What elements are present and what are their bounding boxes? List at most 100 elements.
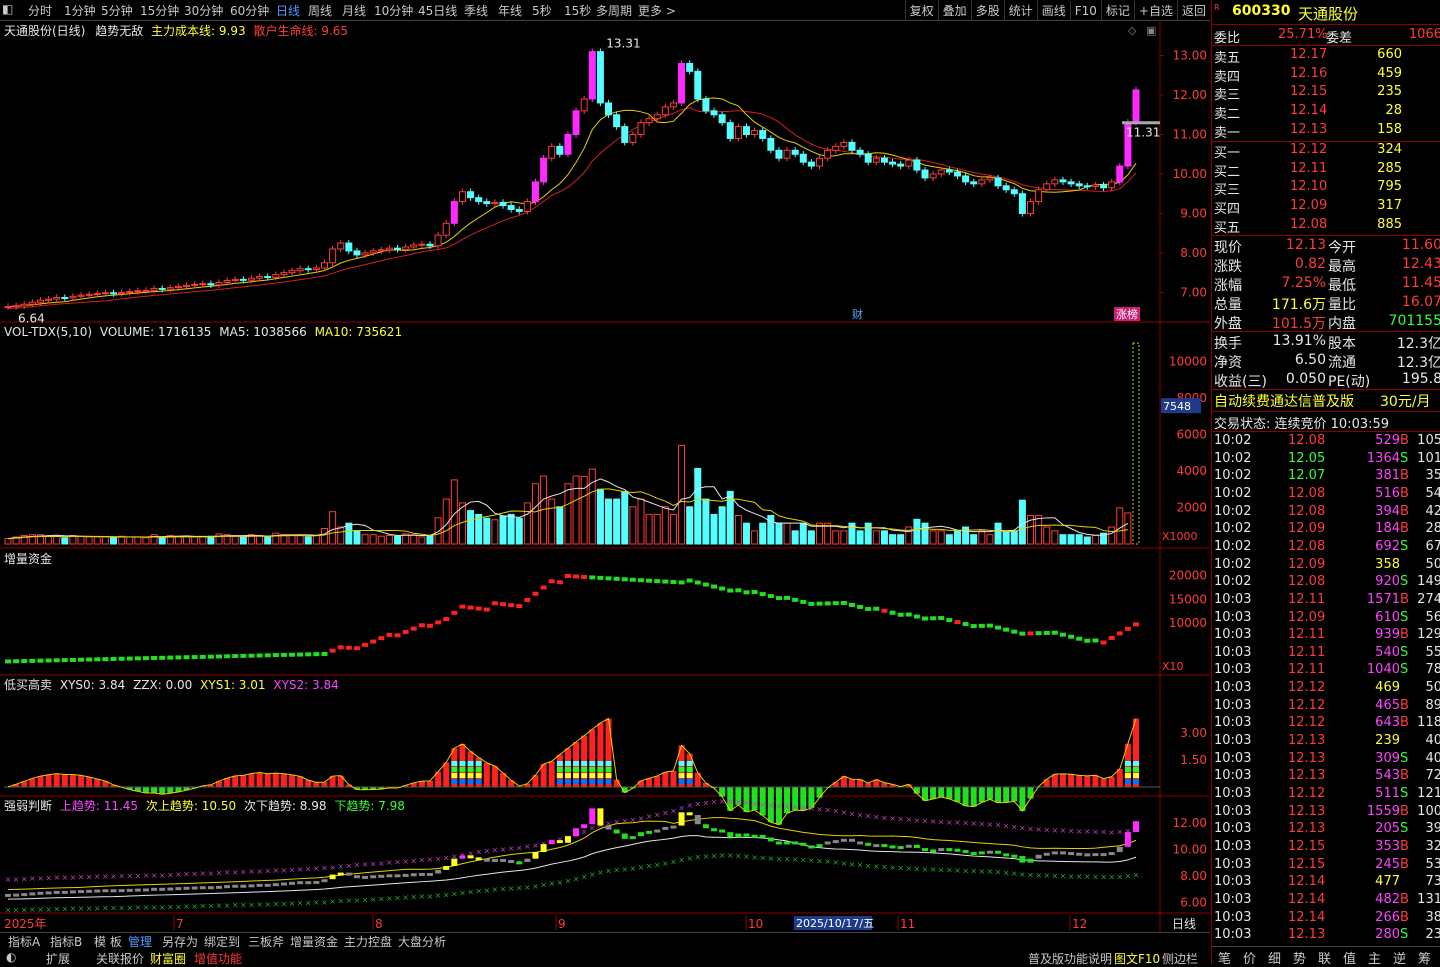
stock-title: R 600330 天通股份 <box>1214 3 1440 23</box>
ad-price[interactable]: 30元/月 <box>1380 391 1431 411</box>
candle-body <box>776 150 782 158</box>
bottom-tab-4[interactable]: 另存为 <box>162 933 198 950</box>
upper-trend-x: × <box>1051 826 1058 835</box>
lower-trend-x: × <box>646 862 653 871</box>
fund-mark <box>1125 627 1131 631</box>
diamond-icon[interactable]: ◇ <box>1128 24 1137 37</box>
trend-block <box>768 837 774 841</box>
vol-tick-label: 2000 <box>1176 500 1207 514</box>
tool-button-7[interactable]: +自选 <box>1134 0 1177 21</box>
bottom-tab-5[interactable]: 绑定到 <box>204 933 240 950</box>
lower-trend-x: × <box>451 890 458 899</box>
fund-mark <box>459 605 465 609</box>
candle-body <box>338 243 344 249</box>
tool-button-1[interactable]: 叠加 <box>938 0 971 21</box>
period-tab-15[interactable]: 多周期 <box>596 2 632 19</box>
bottom-tab-3[interactable]: 管理 <box>128 933 152 950</box>
vol-panel-title[interactable]: VOL-TDX(5,10) <box>4 325 92 339</box>
period-tab-14[interactable]: 15秒 <box>564 2 591 19</box>
side-tab-2[interactable]: 细 <box>1268 948 1281 967</box>
panel-close-icon[interactable]: ▣ <box>1146 24 1156 37</box>
candle-body <box>735 127 741 139</box>
ext-tab-1[interactable]: 关联报价 <box>96 950 144 967</box>
side-tab-6[interactable]: 主 <box>1368 948 1381 967</box>
side-tab-8[interactable]: 筹 <box>1418 948 1431 967</box>
ad-row[interactable]: 自动续费通达信普及版 30元/月 <box>1214 391 1440 409</box>
finance-marker[interactable]: 财 <box>852 307 863 321</box>
period-tab-1[interactable]: 1分钟 <box>64 2 96 19</box>
period-tab-5[interactable]: 60分钟 <box>230 2 269 19</box>
ext-tab-2[interactable]: 财富圈 <box>150 950 186 967</box>
period-toolbar: ◧ 分时 1分钟 5分钟 15分钟 30分钟 60分钟日线周线月线 10分钟 45日线季线年线… <box>0 0 1210 21</box>
side-tab-3[interactable]: 势 <box>1293 948 1306 967</box>
stats-label-a: 涨幅 <box>1214 275 1242 295</box>
limit-up-badge[interactable]: 涨榜 <box>1116 307 1138 321</box>
ext-tab-0[interactable]: 扩展 <box>46 950 70 967</box>
period-tab-4[interactable]: 30分钟 <box>184 2 223 19</box>
bottom-right-2[interactable]: 侧边栏 <box>1162 950 1198 967</box>
tool-button-4[interactable]: 画线 <box>1037 0 1070 21</box>
fund-mark <box>427 624 433 628</box>
tool-button-5[interactable]: F10 <box>1070 2 1101 20</box>
bottom-right-0[interactable]: 普及版功能说明 <box>1028 950 1112 967</box>
period-tab-13[interactable]: 5秒 <box>532 2 552 19</box>
side-tab-4[interactable]: 联 <box>1318 948 1331 967</box>
trend-panel-title[interactable]: 强弱判断 <box>4 799 52 813</box>
tool-button-0[interactable]: 复权 <box>905 0 938 21</box>
side-tab-1[interactable]: 价 <box>1243 948 1256 967</box>
trend-block <box>435 870 441 874</box>
bottom-tab-9[interactable]: 大盘分析 <box>398 933 446 950</box>
bottom-tab-0[interactable]: 指标A <box>8 933 40 950</box>
fund-mark <box>143 656 149 660</box>
toolbar-menu-icon[interactable]: ◧ <box>2 2 13 16</box>
stats-label-a: 外盘 <box>1214 313 1242 333</box>
bottom-tab-6[interactable]: 三板斧 <box>248 933 284 950</box>
lower-trend-x: × <box>808 856 815 865</box>
side-tab-0[interactable]: 笔 <box>1218 948 1231 967</box>
buy-panel-title[interactable]: 低买高卖 <box>4 678 52 692</box>
lower-trend-x: × <box>370 895 377 904</box>
tool-button-3[interactable]: 统计 <box>1004 0 1037 21</box>
side-tab-5[interactable]: 值 <box>1343 948 1356 967</box>
tick-volume: 280 <box>1375 927 1400 942</box>
tool-button-8[interactable]: 返回 <box>1177 0 1210 21</box>
period-tab-7[interactable]: 周线 <box>308 2 332 19</box>
period-tab-12[interactable]: 年线 <box>498 2 522 19</box>
bottom-tab-8[interactable]: 主力控盘 <box>344 933 392 950</box>
period-tab-2[interactable]: 5分钟 <box>101 2 133 19</box>
bottom-right-1[interactable]: 图文F10 <box>1114 950 1160 967</box>
period-tab-9[interactable]: 10分钟 <box>374 2 413 19</box>
ext-tab-3[interactable]: 增值功能 <box>194 950 242 967</box>
period-tab-3[interactable]: 15分钟 <box>140 2 179 19</box>
lower-trend-x: × <box>1060 871 1067 880</box>
toggle-icon[interactable]: ◐ <box>6 950 16 964</box>
ad-text[interactable]: 自动续费通达信普及版 <box>1214 391 1354 411</box>
bottom-tab-1[interactable]: 指标B <box>50 933 82 950</box>
trend-block <box>151 888 157 891</box>
period-tab-10[interactable]: 45日线 <box>418 2 457 19</box>
period-tab-0[interactable]: 分时 <box>28 2 52 19</box>
bottom-tab-2[interactable]: 模 板 <box>94 933 122 950</box>
tick-flag: S <box>1400 821 1408 836</box>
fund-mark <box>606 576 612 580</box>
fund-mark <box>119 657 125 661</box>
tick-volume: 381 <box>1375 468 1400 483</box>
bottom-tab-7[interactable]: 增量资金 <box>290 933 338 950</box>
period-tab-11[interactable]: 季线 <box>464 2 488 19</box>
period-tab-16[interactable]: 更多 > <box>638 2 676 19</box>
tool-button-2[interactable]: 多股 <box>971 0 1004 21</box>
trend-block <box>654 830 660 833</box>
trend-block <box>825 841 831 844</box>
kline-chart-svg[interactable]: 13.0012.0011.0010.009.008.007.0013.316.6… <box>0 20 1210 932</box>
osc-bar-up <box>1117 769 1123 787</box>
kline-chart-area[interactable]: 13.0012.0011.0010.009.008.007.0013.316.6… <box>0 20 1210 932</box>
fund-mark <box>151 656 157 660</box>
lower-trend-x: × <box>630 864 637 873</box>
side-tab-7[interactable]: 逆 <box>1393 948 1406 967</box>
period-tab-8[interactable]: 月线 <box>342 2 366 19</box>
period-tab-6[interactable]: 日线 <box>276 2 300 19</box>
indicator-name[interactable]: 趋势无敌 <box>95 24 143 38</box>
tick-price: 12.08 <box>1288 433 1325 448</box>
fund-panel-title[interactable]: 增量资金 <box>4 552 52 566</box>
tool-button-6[interactable]: 标记 <box>1101 0 1134 21</box>
